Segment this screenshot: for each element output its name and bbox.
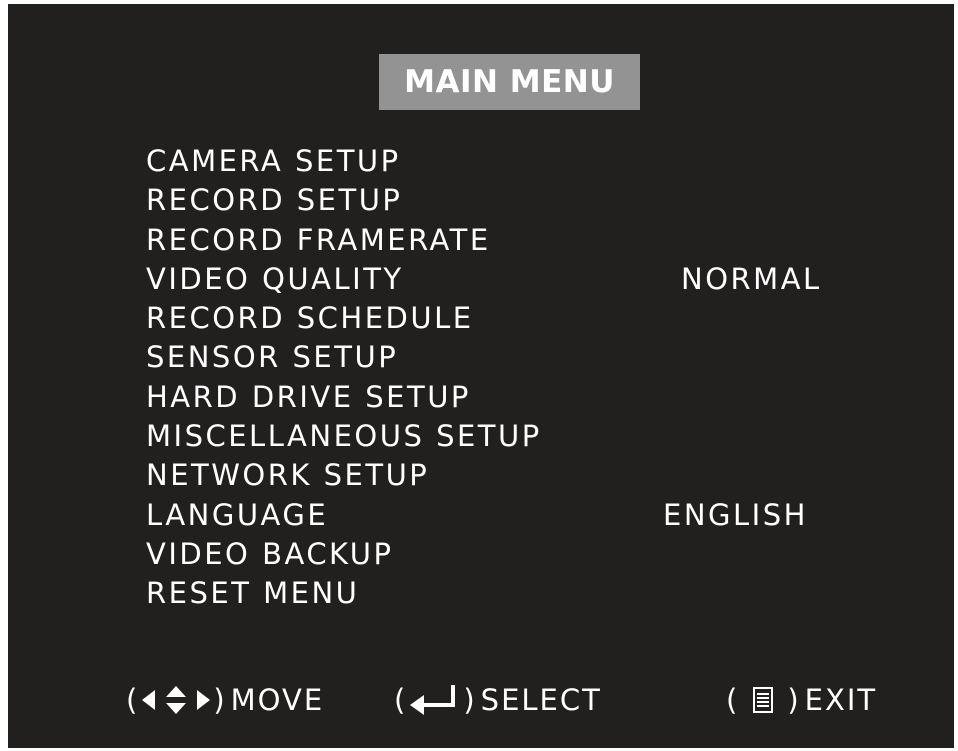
open-paren: ( (126, 683, 140, 717)
menu-item-camera-setup[interactable]: CAMERA SETUP (146, 142, 906, 181)
menu-item-label: RECORD SETUP (146, 183, 403, 218)
menu-item-network-setup[interactable]: NETWORK SETUP (146, 456, 906, 495)
osd-screen: MAIN MENU CAMERA SETUP RECORD SETUP RECO… (8, 4, 954, 748)
menu-item-record-setup[interactable]: RECORD SETUP (146, 181, 906, 220)
close-paren: ) (787, 683, 801, 717)
menu-item-label: NETWORK SETUP (146, 458, 430, 493)
open-paren: ( (726, 683, 740, 717)
move-hint: ( ) MOVE (126, 678, 324, 722)
menu-item-label: LANGUAGE (146, 497, 329, 532)
menu-item-label: SENSOR SETUP (146, 340, 399, 375)
video-quality-value[interactable]: NORMAL (681, 260, 822, 299)
menu-item-label: VIDEO BACKUP (146, 536, 394, 571)
title-banner: MAIN MENU (379, 54, 640, 110)
select-label: SELECT (480, 683, 602, 717)
exit-label: EXIT (804, 683, 878, 717)
enter-arrow-icon (407, 683, 463, 717)
page-title: MAIN MENU (404, 64, 615, 100)
menu-item-label: HARD DRIVE SETUP (146, 379, 471, 414)
menu-item-reset-menu[interactable]: RESET MENU (146, 574, 906, 613)
menu-item-label: RECORD FRAMERATE (146, 222, 491, 257)
main-menu-list: CAMERA SETUP RECORD SETUP RECORD FRAMERA… (146, 142, 906, 614)
menu-item-record-framerate[interactable]: RECORD FRAMERATE (146, 221, 906, 260)
close-paren: ) (463, 683, 477, 717)
menu-item-label: RECORD SCHEDULE (146, 301, 474, 336)
menu-item-language[interactable]: LANGUAGE ENGLISH (146, 496, 906, 535)
menu-item-video-backup[interactable]: VIDEO BACKUP (146, 535, 906, 574)
menu-item-record-schedule[interactable]: RECORD SCHEDULE (146, 299, 906, 338)
select-hint: ( ) SELECT (394, 678, 602, 722)
menu-item-video-quality[interactable]: VIDEO QUALITY NORMAL (146, 260, 906, 299)
close-paren: ) (213, 683, 227, 717)
exit-hint: ( ) EXIT (726, 678, 877, 722)
key-hint-bar: ( ) MOVE ( ) SELECT () EXIT (8, 678, 954, 722)
menu-item-label: RESET MENU (146, 576, 360, 611)
four-way-arrows-icon (139, 685, 213, 715)
language-value[interactable]: ENGLISH (663, 496, 808, 535)
open-paren: ( (394, 683, 408, 717)
menu-item-label: CAMERA SETUP (146, 144, 401, 178)
menu-item-hard-drive-setup[interactable]: HARD DRIVE SETUP (146, 378, 906, 417)
menu-lines-icon (753, 687, 774, 713)
menu-item-label: VIDEO QUALITY (146, 261, 404, 296)
menu-item-label: MISCELLANEOUS SETUP (146, 419, 542, 454)
menu-item-sensor-setup[interactable]: SENSOR SETUP (146, 338, 906, 377)
menu-item-miscellaneous-setup[interactable]: MISCELLANEOUS SETUP (146, 417, 906, 456)
move-label: MOVE (230, 683, 325, 717)
